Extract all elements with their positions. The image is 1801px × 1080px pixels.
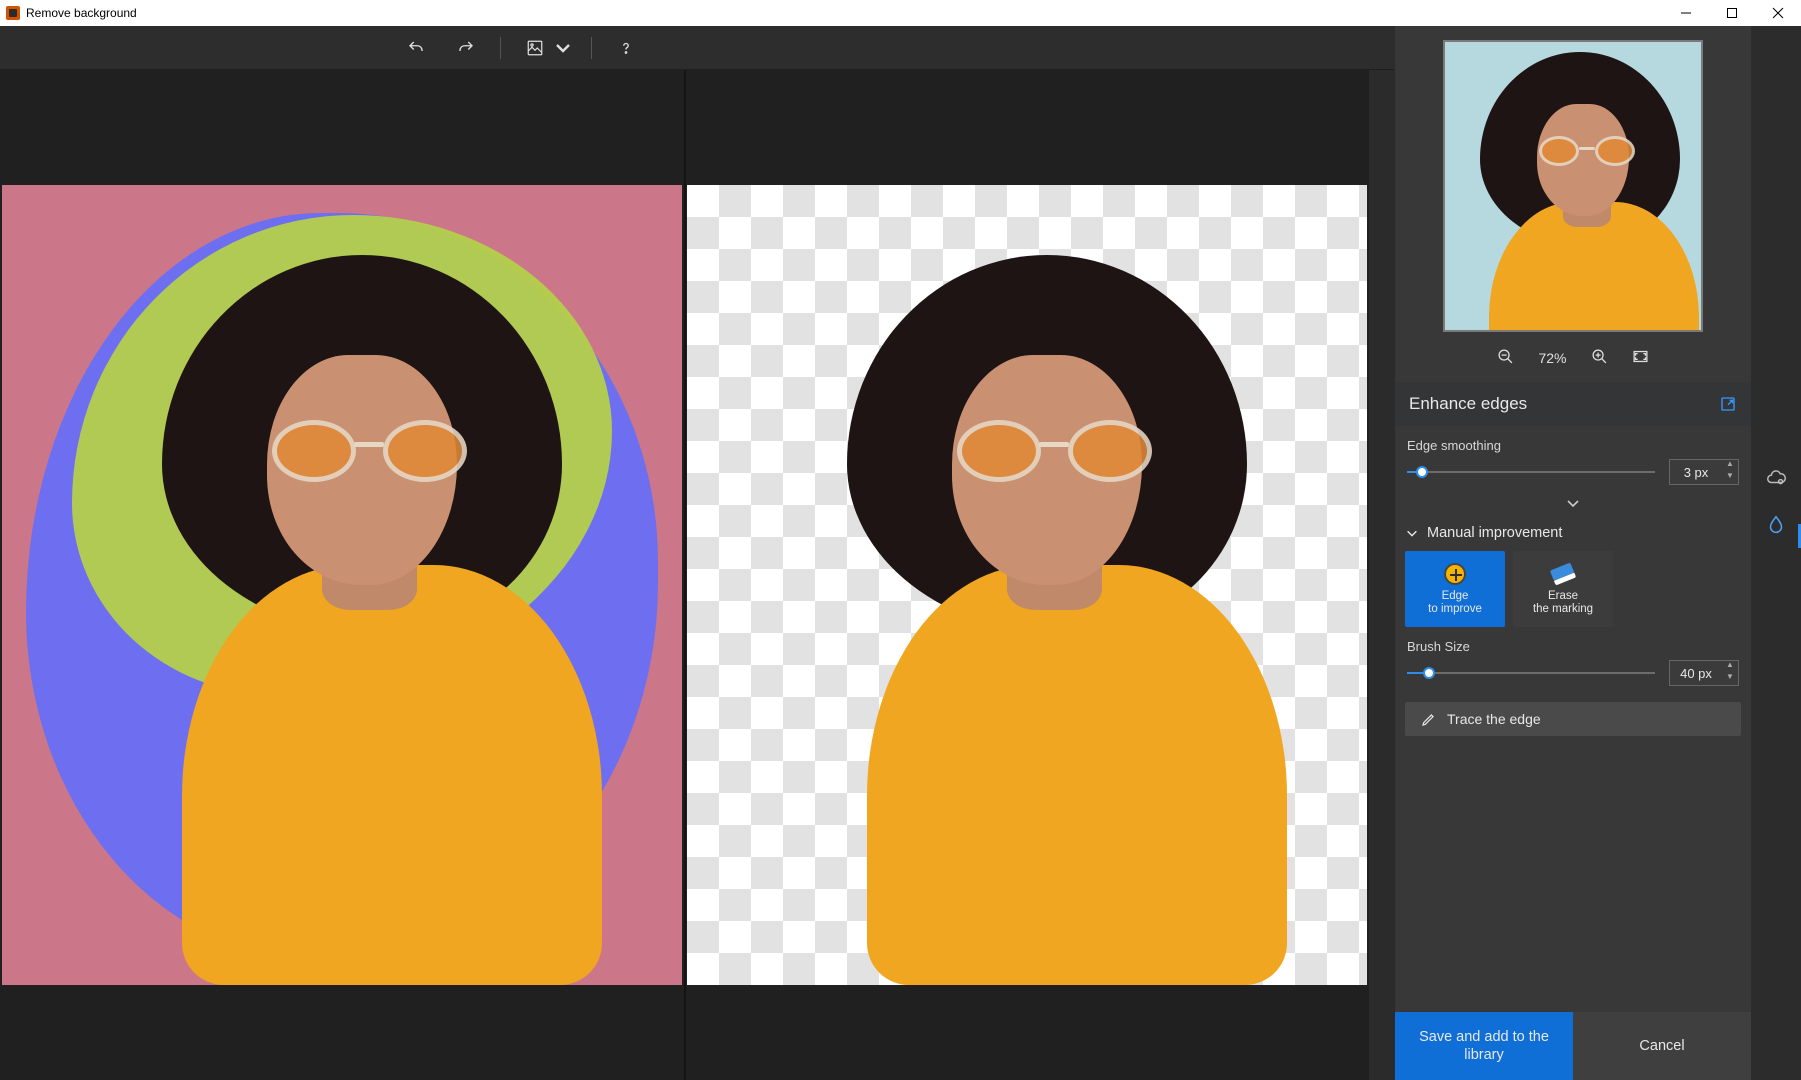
window-title: Remove background xyxy=(26,6,137,20)
expand-enhance-section[interactable] xyxy=(1405,487,1741,515)
spin-down[interactable]: ▼ xyxy=(1722,673,1738,685)
minimize-button[interactable] xyxy=(1663,0,1709,26)
close-button[interactable] xyxy=(1755,0,1801,26)
edge-smoothing-field: Edge smoothing 3 px ▲▼ xyxy=(1405,426,1741,487)
undo-button[interactable] xyxy=(400,32,432,64)
tool-label-line2: the marking xyxy=(1533,603,1593,615)
zoom-out-button[interactable] xyxy=(1497,348,1514,368)
subject-figure xyxy=(112,255,592,985)
zoom-controls: 72% xyxy=(1405,342,1741,382)
chevron-down-icon xyxy=(1405,526,1419,540)
edge-smoothing-label: Edge smoothing xyxy=(1407,438,1739,453)
edge-smoothing-spinner[interactable]: 3 px ▲▼ xyxy=(1669,459,1739,485)
view-mode-button[interactable] xyxy=(519,32,551,64)
pencil-icon xyxy=(1421,711,1437,727)
save-button-label: Save and add to the library xyxy=(1413,1028,1555,1064)
section-manual-improvement[interactable]: Manual improvement xyxy=(1405,515,1741,551)
brush-size-slider[interactable] xyxy=(1407,665,1655,681)
panel-footer: Save and add to the library Cancel xyxy=(1395,1012,1751,1080)
canvas-area xyxy=(0,70,1369,1080)
save-button[interactable]: Save and add to the library xyxy=(1395,1012,1573,1080)
navigator-thumbnail[interactable] xyxy=(1443,40,1703,332)
tool-label-line1: Edge xyxy=(1442,590,1469,602)
droplet-tool-icon[interactable] xyxy=(1765,514,1787,536)
brush-size-value: 40 px xyxy=(1670,666,1722,681)
cloud-tool-icon[interactable] xyxy=(1765,466,1787,488)
tool-label-line2: to improve xyxy=(1428,603,1482,615)
canvas-source[interactable] xyxy=(2,185,682,985)
cancel-button[interactable]: Cancel xyxy=(1573,1012,1751,1080)
app-icon xyxy=(6,6,20,20)
help-button[interactable] xyxy=(610,32,642,64)
manual-tool-cards: Edgeto improve Erasethe marking xyxy=(1405,551,1741,627)
section-enhance-edges[interactable]: Enhance edges xyxy=(1395,382,1751,426)
spin-down[interactable]: ▼ xyxy=(1722,472,1738,484)
section-title: Manual improvement xyxy=(1427,525,1562,541)
right-tool-rail xyxy=(1751,26,1801,1080)
plus-circle-icon xyxy=(1444,563,1466,585)
view-mode-dropdown[interactable] xyxy=(553,32,573,64)
tool-label-line1: Erase xyxy=(1548,590,1578,602)
edge-to-improve-tool[interactable]: Edgeto improve xyxy=(1405,551,1505,627)
redo-button[interactable] xyxy=(450,32,482,64)
subject-cutout xyxy=(797,255,1277,985)
cancel-button-label: Cancel xyxy=(1639,1037,1684,1055)
trace-edge-button[interactable]: Trace the edge xyxy=(1405,702,1741,736)
zoom-in-button[interactable] xyxy=(1591,348,1608,368)
separator xyxy=(591,37,592,59)
side-panel: 72% Enhance edges Edge smoothing 3 px ▲▼ xyxy=(1395,26,1751,1080)
trace-edge-label: Trace the edge xyxy=(1447,711,1541,727)
edge-smoothing-slider[interactable] xyxy=(1407,464,1655,480)
window-controls xyxy=(1663,0,1801,26)
maximize-button[interactable] xyxy=(1709,0,1755,26)
erase-marking-tool[interactable]: Erasethe marking xyxy=(1513,551,1613,627)
titlebar: Remove background xyxy=(0,0,1801,26)
brush-size-field: Brush Size 40 px ▲▼ xyxy=(1405,627,1741,688)
brush-size-label: Brush Size xyxy=(1407,639,1739,654)
canvas-right-wrap[interactable] xyxy=(686,70,1370,1080)
brush-size-spinner[interactable]: 40 px ▲▼ xyxy=(1669,660,1739,686)
zoom-fit-button[interactable] xyxy=(1632,348,1649,368)
eraser-icon xyxy=(1550,562,1576,585)
canvas-result[interactable] xyxy=(687,185,1367,985)
reset-section-icon[interactable] xyxy=(1719,395,1737,413)
canvas-left-wrap[interactable] xyxy=(0,70,684,1080)
edge-smoothing-value: 3 px xyxy=(1670,465,1722,480)
separator xyxy=(500,37,501,59)
section-title: Enhance edges xyxy=(1409,394,1527,414)
zoom-value: 72% xyxy=(1538,350,1566,366)
